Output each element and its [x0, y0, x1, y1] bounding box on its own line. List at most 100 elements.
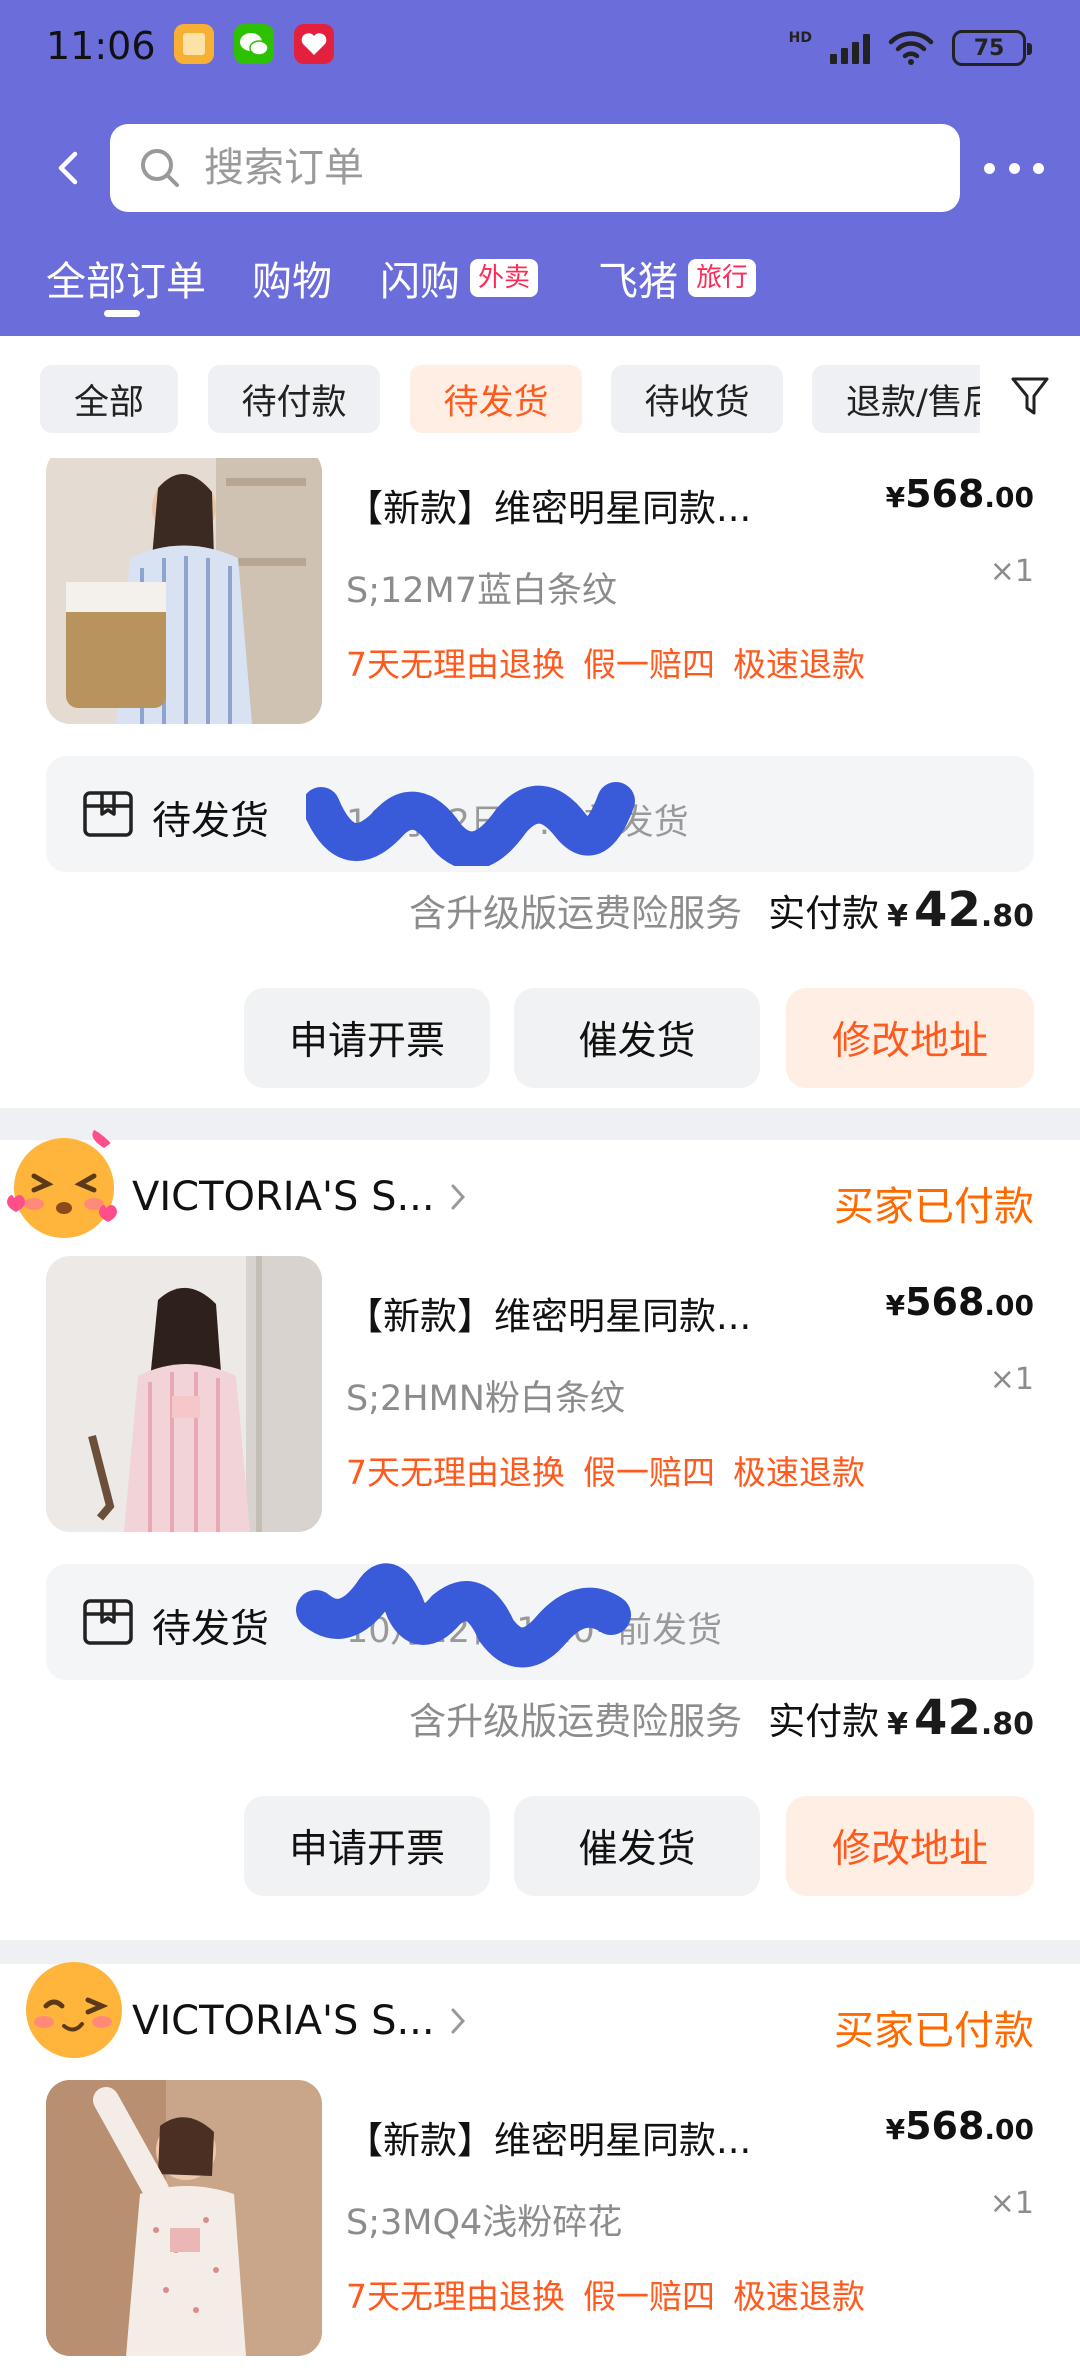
- tag-fast-refund: 极速退款: [733, 2277, 865, 2316]
- shop-name-text: VICTORIA'S S...: [132, 1998, 435, 2044]
- shipping-status-label: 待发货: [152, 1607, 270, 1652]
- funnel-icon: [1011, 377, 1049, 415]
- tab-label: 全部订单: [46, 259, 206, 305]
- tag-fake-pays-four: 假一赔四: [583, 645, 715, 684]
- product-price: ¥568.00: [885, 1280, 1034, 1324]
- heart-app-icon: [294, 24, 334, 64]
- tab-all-orders[interactable]: 全部订单: [46, 248, 206, 308]
- tab-label: 闪购: [380, 259, 460, 305]
- shop-name[interactable]: VICTORIA'S S...: [132, 1998, 467, 2044]
- service-tags: 7天无理由退换 假一赔四 极速退款: [346, 1446, 865, 1494]
- shipping-status-label: 待发货: [152, 799, 270, 844]
- product-title[interactable]: 【新款】维密明星同款...: [346, 478, 751, 532]
- product-spec: S;2HMN粉白条纹: [346, 1379, 625, 1419]
- filter-all[interactable]: 全部: [40, 365, 178, 433]
- product-quantity: ×1: [989, 1362, 1034, 1397]
- wechat-app-icon: [234, 24, 274, 64]
- tag-no-reason-return: 7天无理由退换: [346, 2277, 565, 2316]
- filter-pending-payment[interactable]: 待付款: [208, 365, 380, 433]
- order-list: 【新款】维密明星同款... ¥568.00 S;12M7蓝白条纹 ×1 7天无理…: [0, 458, 1080, 2376]
- redaction-scribble: [306, 782, 635, 866]
- tab-flash-buy[interactable]: 闪购 外卖: [380, 248, 539, 308]
- product-title[interactable]: 【新款】维密明星同款...: [346, 1286, 751, 1340]
- battery-level: 75: [973, 35, 1005, 61]
- change-address-button[interactable]: 修改地址: [786, 1796, 1034, 1896]
- search-icon: [136, 144, 184, 192]
- payment-row: 含升级版运费险服务 实付款 ¥42.80: [409, 1690, 1034, 1746]
- package-icon: [83, 1599, 133, 1645]
- product-price: ¥568.00: [885, 2104, 1034, 2148]
- battery-icon: 75: [952, 30, 1032, 66]
- tag-fast-refund: 极速退款: [733, 645, 865, 684]
- shop-name[interactable]: VICTORIA'S S...: [132, 1174, 467, 1220]
- shipping-status-box[interactable]: 待发货 10月22日 11:0· 前发货: [46, 1563, 1034, 1680]
- search-box[interactable]: [110, 124, 960, 212]
- redaction-scribble: [296, 1563, 631, 1668]
- status-bar: 11:06 HD 75: [0, 0, 1080, 96]
- product-thumbnail[interactable]: [46, 458, 322, 724]
- product-row[interactable]: 【新款】维密明星同款... ¥568.00 S;3MQ4浅粉碎花 ×1 7天无理…: [0, 2080, 1080, 2360]
- product-thumbnail[interactable]: [46, 1256, 322, 1532]
- top-tabs: 全部订单 购物 闪购 外卖 飞猪 旅行: [0, 248, 1080, 336]
- urge-shipment-button[interactable]: 催发货: [514, 1796, 760, 1896]
- wifi-icon: [888, 31, 934, 65]
- paid-label: 实付款: [768, 1700, 880, 1743]
- product-row[interactable]: 【新款】维密明星同款... ¥568.00 S;12M7蓝白条纹 ×1 7天无理…: [0, 458, 1080, 728]
- tag-no-reason-return: 7天无理由退换: [346, 645, 565, 684]
- back-button[interactable]: [40, 140, 96, 196]
- nav-row: [0, 120, 1080, 216]
- payment-row: 含升级版运费险服务 实付款 ¥42.80: [409, 882, 1034, 938]
- filter-button[interactable]: [980, 336, 1080, 458]
- order-status: 买家已付款: [834, 1184, 1034, 1230]
- tag-no-reason-return: 7天无理由退换: [346, 1453, 565, 1492]
- shop-avatar-emoji: [26, 1962, 122, 2058]
- shop-avatar-emoji: [7, 1126, 117, 1238]
- filter-bar: 全部 待付款 待发货 待收货 退款/售后: [0, 336, 1080, 458]
- more-button[interactable]: [984, 148, 1044, 188]
- product-quantity: ×1: [989, 554, 1034, 589]
- product-spec: S;3MQ4浅粉碎花: [346, 2203, 623, 2243]
- shipping-status-box[interactable]: 待发货 10月22日 ··:·· 前发货: [46, 756, 1034, 872]
- tag-fake-pays-four: 假一赔四: [583, 2277, 715, 2316]
- package-icon: [83, 791, 133, 837]
- product-thumbnail[interactable]: [46, 2080, 322, 2356]
- change-address-button[interactable]: 修改地址: [786, 988, 1034, 1088]
- notes-app-icon: [174, 24, 214, 64]
- product-row[interactable]: 【新款】维密明星同款... ¥568.00 S;2HMN粉白条纹 ×1 7天无理…: [0, 1256, 1080, 1536]
- order-card: 【新款】维密明星同款... ¥568.00 S;12M7蓝白条纹 ×1 7天无理…: [0, 458, 1080, 1108]
- product-spec: S;12M7蓝白条纹: [346, 571, 618, 611]
- active-tab-indicator: [104, 310, 140, 317]
- status-indicators: HD 75: [788, 24, 1032, 72]
- shipping-insurance-note: 含升级版运费险服务: [409, 892, 743, 935]
- shop-row[interactable]: VICTORIA'S S... 买家已付款: [0, 1126, 1080, 1260]
- shop-name-text: VICTORIA'S S...: [132, 1174, 435, 1220]
- order-card: VICTORIA'S S... 买家已付款 【新款】维密明星同款... ¥568…: [0, 1962, 1080, 2376]
- chevron-right-icon: [451, 2008, 465, 2034]
- shop-row[interactable]: VICTORIA'S S... 买家已付款: [0, 1962, 1080, 2084]
- paid-amount: 42: [914, 1690, 981, 1746]
- urge-shipment-button[interactable]: 催发货: [514, 988, 760, 1088]
- filter-pending-receipt[interactable]: 待收货: [611, 365, 783, 433]
- tag-fake-pays-four: 假一赔四: [583, 1453, 715, 1492]
- service-tags: 7天无理由退换 假一赔四 极速退款: [346, 638, 865, 686]
- tab-badge-travel: 旅行: [688, 259, 757, 297]
- network-type: HD: [788, 30, 812, 46]
- tab-label: 购物: [252, 259, 332, 305]
- product-quantity: ×1: [989, 2186, 1034, 2221]
- header: 11:06 HD 75 搜索订单 全部订单 购物 闪购 外卖 飞猪 旅行: [0, 0, 1080, 336]
- search-input[interactable]: [204, 145, 904, 191]
- request-invoice-button[interactable]: 申请开票: [244, 1796, 490, 1896]
- tab-shopping[interactable]: 购物: [252, 248, 332, 308]
- filter-pending-shipment[interactable]: 待发货: [410, 365, 582, 433]
- product-title[interactable]: 【新款】维密明星同款...: [346, 2110, 751, 2164]
- service-tags: 7天无理由退换 假一赔四 极速退款: [346, 2270, 865, 2318]
- paid-amount: 42: [914, 882, 981, 938]
- tag-fast-refund: 极速退款: [733, 1453, 865, 1492]
- paid-label: 实付款: [768, 892, 880, 935]
- request-invoice-button[interactable]: 申请开票: [244, 988, 490, 1088]
- shipping-insurance-note: 含升级版运费险服务: [409, 1700, 743, 1743]
- signal-icon: [830, 32, 870, 64]
- tab-badge-takeout: 外卖: [470, 259, 539, 297]
- tab-fliggy[interactable]: 飞猪 旅行: [598, 248, 757, 308]
- status-time: 11:06: [46, 24, 156, 68]
